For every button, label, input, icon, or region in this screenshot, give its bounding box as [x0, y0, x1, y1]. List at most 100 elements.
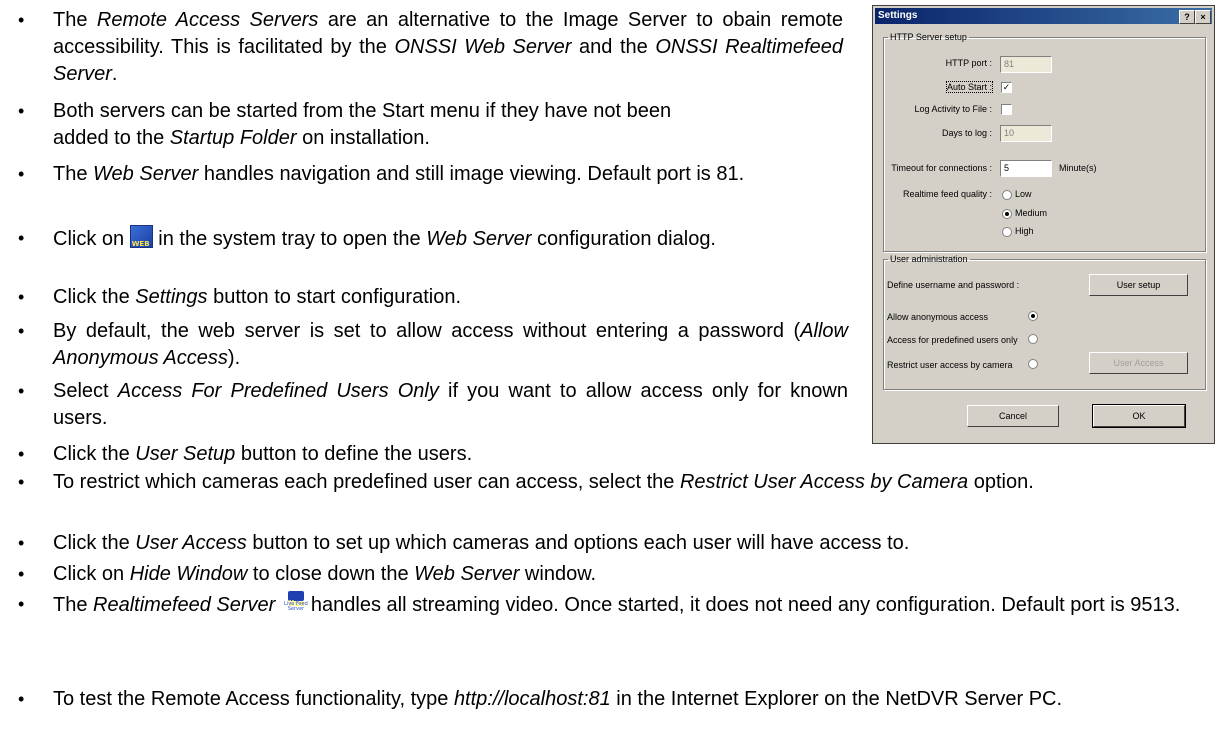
list-item-text: To test the Remote Access functionality,…	[53, 686, 1203, 713]
list-item: • To test the Remote Access functionality…	[0, 686, 1218, 740]
log-activity-checkbox[interactable]	[1001, 104, 1012, 115]
bullet-icon: •	[18, 101, 25, 121]
list-item: • Both servers can be started from the St…	[0, 98, 850, 152]
emphasis-text: Startup Folder	[169, 127, 297, 149]
anonymous-access-radio[interactable]	[1028, 311, 1038, 321]
body-text: handles navigation and still image viewi…	[198, 163, 745, 185]
bullet-icon: •	[18, 381, 25, 401]
body-text: handles all streaming video. Once starte…	[310, 594, 1181, 616]
restrict-camera-label: Restrict user access by camera	[887, 360, 1013, 370]
body-text: window.	[519, 563, 597, 585]
body-text: Click the	[53, 286, 136, 308]
emphasis-text: Web Server	[93, 163, 199, 185]
body-text: To test the Remote Access functionality,…	[53, 688, 454, 710]
body-text: button to define the users.	[235, 443, 473, 465]
quality-low-label: Low	[1015, 189, 1032, 199]
list-item-text: Click the Settings button to start confi…	[53, 284, 848, 311]
body-text: button to start configuration.	[207, 286, 462, 308]
settings-dialog: Settings ? × HTTP Server setup HTTP port…	[872, 5, 1215, 444]
bullet-icon: •	[18, 228, 25, 248]
body-text: in the system tray to open the	[152, 228, 427, 250]
quality-label: Realtime feed quality :	[902, 189, 992, 199]
body-text: Select	[53, 380, 118, 402]
body-text: on installation.	[296, 127, 430, 149]
list-item: • By default, the web server is set to al…	[0, 318, 850, 372]
body-text: button to set up which cameras and optio…	[246, 532, 910, 554]
list-item: • The Web Server handles navigation and s…	[0, 161, 850, 215]
emphasis-text: Hide Window	[129, 563, 248, 585]
emphasis-text: http://localhost:81	[453, 688, 611, 710]
user-setup-button[interactable]: User setup	[1089, 274, 1188, 296]
list-item: • Click the User Setup button to define t…	[0, 441, 1218, 468]
emphasis-text: User Access	[135, 532, 247, 554]
body-text: .	[111, 63, 118, 85]
user-access-button[interactable]: User Access	[1089, 352, 1188, 374]
emphasis-text: Web Server	[426, 228, 532, 250]
list-item-text: The Realtimefeed Server Live Feed Server…	[53, 590, 1203, 619]
web-server-tray-icon	[129, 225, 153, 258]
bullet-icon: •	[18, 594, 25, 614]
body-text: Click the	[53, 532, 136, 554]
anonymous-access-label: Allow anonymous access	[887, 312, 989, 322]
bullet-icon: •	[18, 564, 25, 584]
emphasis-text: Realtimefeed Server	[93, 594, 276, 616]
timeout-label: Timeout for connections :	[891, 163, 992, 173]
body-text: Click on	[53, 228, 130, 250]
user-admin-group-title: User administration	[890, 254, 968, 264]
list-item: • Click the User Access button to set up …	[0, 530, 1218, 557]
ok-button[interactable]: OK	[1092, 404, 1186, 428]
bullet-icon: •	[18, 533, 25, 553]
emphasis-text: User Setup	[135, 443, 236, 465]
list-item-text: To restrict which cameras each predefine…	[53, 469, 1203, 496]
log-activity-label: Log Activity to File :	[914, 104, 992, 114]
bullet-icon: •	[18, 689, 25, 709]
quality-medium-radio[interactable]	[1002, 209, 1012, 219]
auto-start-label: Auto Start :	[945, 81, 994, 93]
list-item: • The Remote Access Servers are an altern…	[0, 7, 850, 88]
bullet-icon: •	[18, 444, 25, 464]
list-item-text: The Remote Access Servers are an alterna…	[53, 7, 843, 88]
list-item: • The Realtimefeed Server Live Feed Serve…	[0, 590, 1218, 645]
close-button[interactable]: ×	[1195, 10, 1211, 24]
body-text: To restrict which cameras each predefine…	[53, 471, 680, 493]
timeout-unit: Minute(s)	[1059, 163, 1097, 173]
body-text: Click the	[53, 443, 136, 465]
bullet-icon: •	[18, 287, 25, 307]
body-text: configuration dialog.	[531, 228, 716, 250]
days-to-log-label: Days to log :	[941, 128, 992, 138]
days-to-log-field[interactable]: 10	[1000, 125, 1052, 142]
body-text: The	[53, 163, 94, 185]
body-text: option.	[968, 471, 1034, 493]
body-text: to close down the	[247, 563, 415, 585]
http-port-field[interactable]: 81	[1000, 56, 1052, 73]
list-item-text: Select Access For Predefined Users Only …	[53, 378, 848, 432]
quality-high-radio[interactable]	[1002, 227, 1012, 237]
list-item-text: By default, the web server is set to all…	[53, 318, 848, 372]
bullet-icon: •	[18, 164, 25, 184]
emphasis-text: Settings	[135, 286, 208, 308]
bullet-icon: •	[18, 472, 25, 492]
body-text: in the Internet Explorer on the NetDVR S…	[610, 688, 1063, 710]
list-item-text: Both servers can be started from the Sta…	[53, 98, 673, 152]
body-text: ).	[227, 347, 241, 369]
list-item: • Click the Settings button to start conf…	[0, 284, 850, 311]
restrict-camera-radio[interactable]	[1028, 359, 1038, 369]
timeout-field[interactable]: 5	[1000, 160, 1052, 177]
bullet-icon: •	[18, 10, 25, 30]
predefined-users-label: Access for predefined users only	[887, 335, 1018, 345]
body-text: Click on	[53, 563, 130, 585]
quality-low-radio[interactable]	[1002, 190, 1012, 200]
list-item: • To restrict which cameras each predefin…	[0, 469, 1218, 523]
list-item: • Click on in the system tray to open the…	[0, 225, 850, 279]
predefined-users-radio[interactable]	[1028, 334, 1038, 344]
dialog-title: Settings	[878, 10, 918, 21]
cancel-button[interactable]: Cancel	[967, 405, 1059, 427]
list-item: • Select Access For Predefined Users Only…	[0, 378, 850, 432]
emphasis-text: Access For Predefined Users Only	[117, 380, 439, 402]
bullet-icon: •	[18, 321, 25, 341]
auto-start-checkbox[interactable]: ✓	[1001, 82, 1012, 93]
emphasis-text: Remote Access Servers	[96, 9, 319, 31]
help-button[interactable]: ?	[1179, 10, 1195, 24]
list-item-text: Click the User Access button to set up w…	[53, 530, 1213, 557]
list-item-text: Click on Hide Window to close down the W…	[53, 561, 1203, 588]
